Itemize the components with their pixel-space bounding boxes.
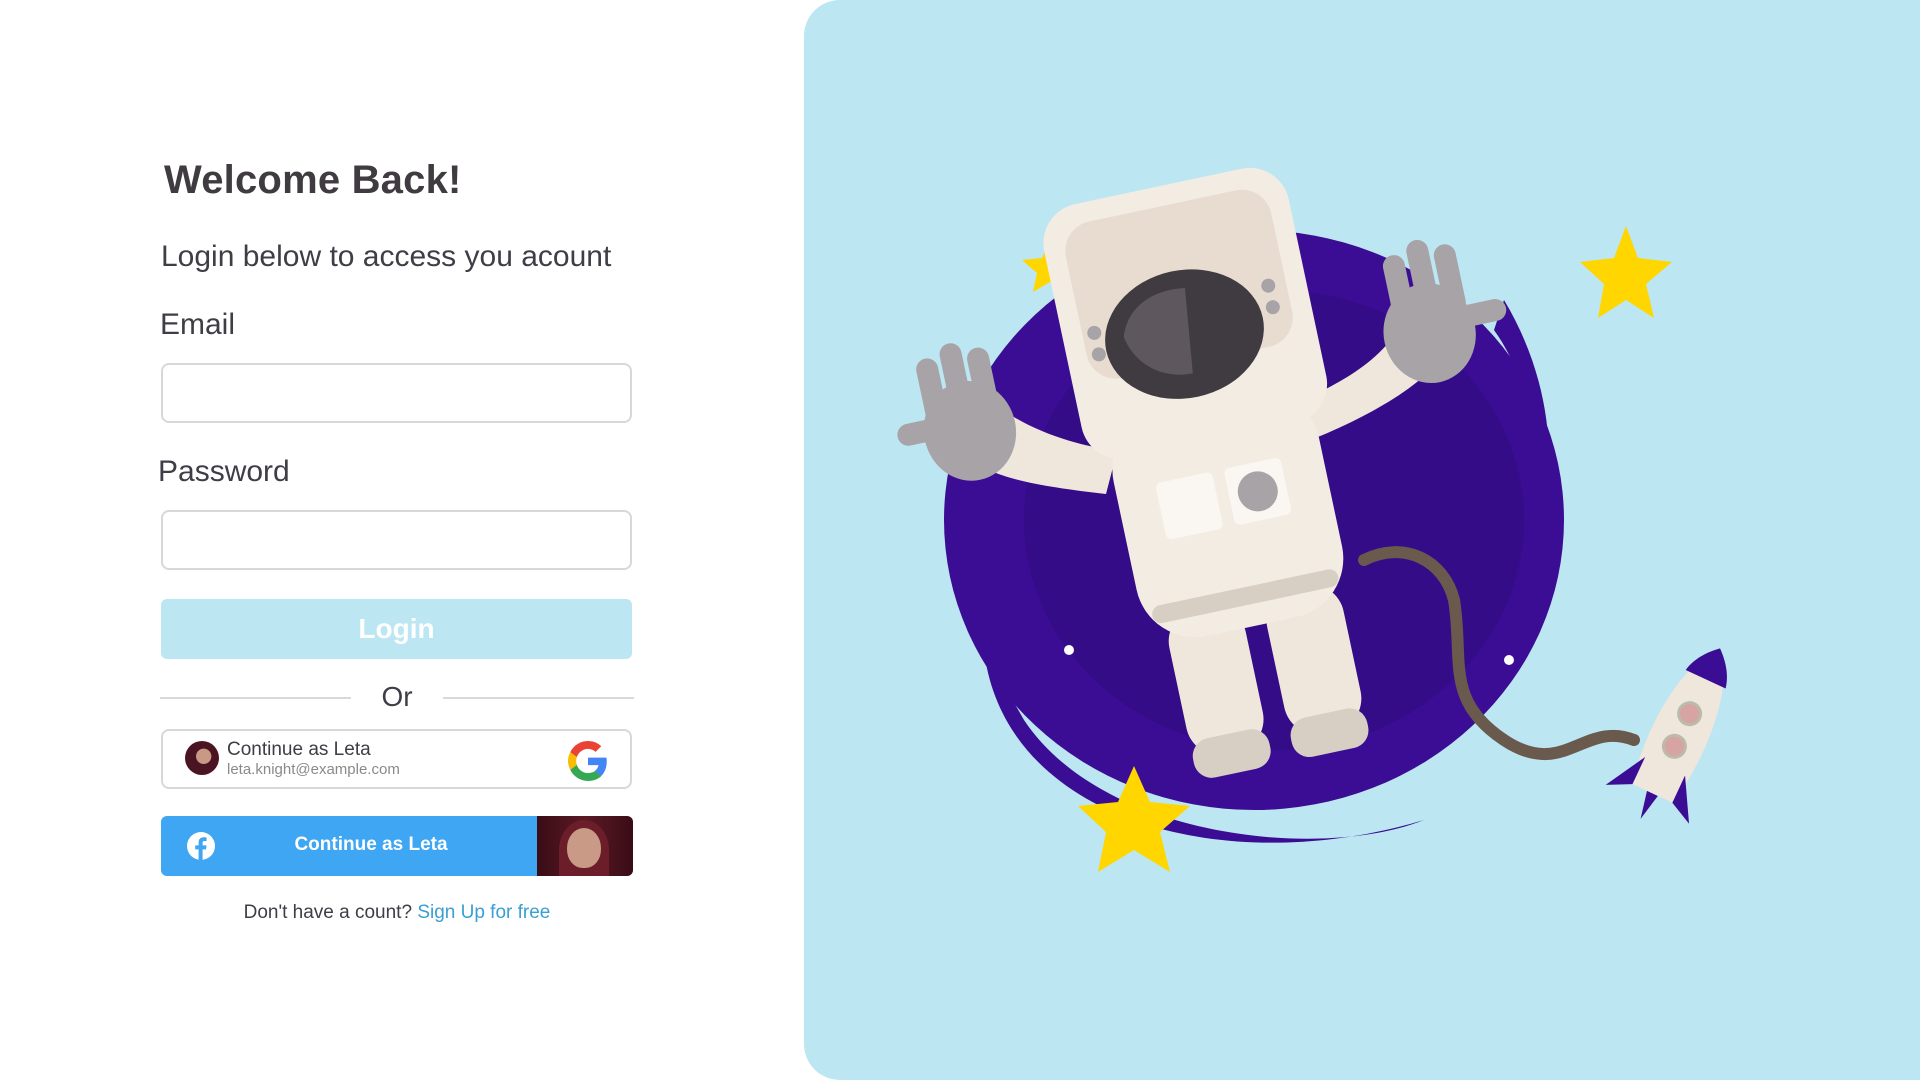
astronaut-illustration xyxy=(897,167,1727,872)
page-subtitle: Login below to access you acount xyxy=(161,240,612,273)
profile-photo xyxy=(537,816,633,876)
signup-prompt-text: Don't have a count? xyxy=(243,902,413,923)
facebook-icon xyxy=(187,832,215,860)
page-title: Welcome Back! xyxy=(164,158,462,202)
profile-photo-face xyxy=(567,828,601,868)
login-panel: Welcome Back! Login below to access you … xyxy=(0,0,804,1080)
google-account-name: Continue as Leta xyxy=(227,739,371,760)
password-label: Password xyxy=(158,455,290,488)
signup-prompt: Don't have a count? Sign Up for free xyxy=(160,902,634,924)
or-divider: Or xyxy=(160,677,634,717)
facebook-continue-button[interactable]: Continue as Leta xyxy=(161,816,633,876)
email-label: Email xyxy=(160,308,236,341)
avatar xyxy=(185,741,219,775)
facebook-button-label: Continue as Leta xyxy=(294,834,448,855)
signup-link[interactable]: Sign Up for free xyxy=(417,902,550,923)
login-button[interactable]: Login xyxy=(161,599,632,659)
google-icon xyxy=(568,741,607,781)
google-continue-button[interactable]: Continue as Leta leta.knight@example.com xyxy=(161,729,632,789)
google-account-email: leta.knight@example.com xyxy=(227,761,400,778)
email-field[interactable] xyxy=(161,363,632,423)
password-field[interactable] xyxy=(161,510,632,570)
star-icon xyxy=(1580,226,1672,318)
illustration-panel xyxy=(804,0,1920,1080)
divider-line-right xyxy=(443,697,634,699)
